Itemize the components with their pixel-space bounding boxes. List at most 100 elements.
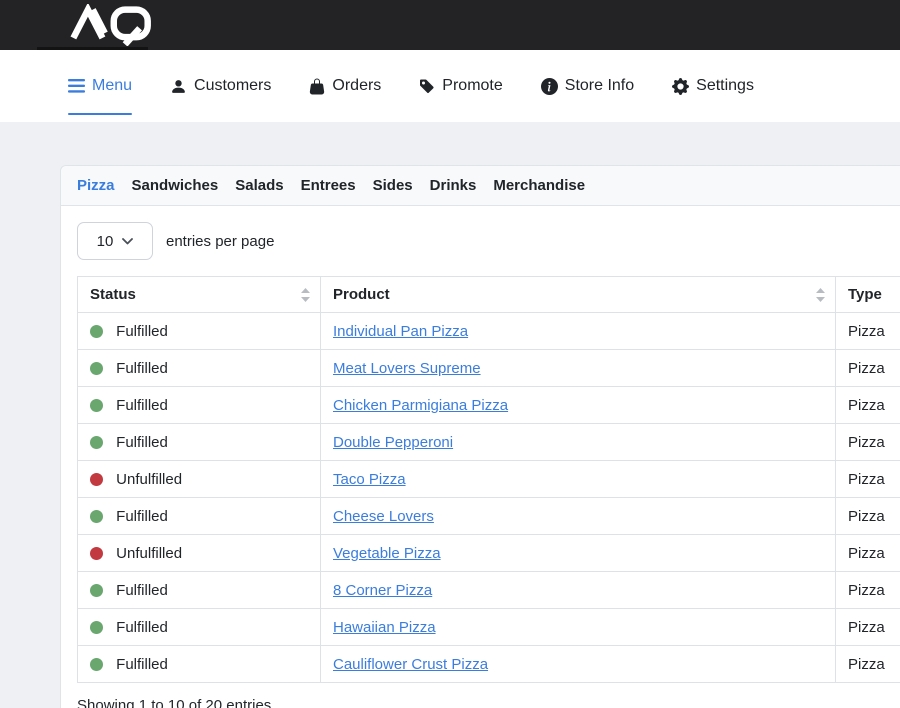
- column-header-type[interactable]: Type: [836, 277, 900, 313]
- status-cell: Fulfilled: [78, 387, 321, 424]
- table-header-row: Status Product Type: [78, 277, 900, 313]
- product-link[interactable]: Cauliflower Crust Pizza: [333, 656, 488, 673]
- column-header-product[interactable]: Product: [321, 277, 836, 313]
- status-dot-icon: [90, 510, 103, 523]
- status-label: Unfulfilled: [116, 471, 182, 488]
- nav-item-menu[interactable]: Menu: [68, 50, 132, 122]
- nav-label: Customers: [194, 77, 271, 95]
- product-link[interactable]: Vegetable Pizza: [333, 545, 441, 562]
- table-row: Fulfilled Cauliflower Crust Pizza Pizza: [78, 646, 900, 683]
- product-link[interactable]: Meat Lovers Supreme: [333, 360, 481, 377]
- type-cell: Pizza: [836, 646, 900, 683]
- bag-icon: [309, 78, 325, 95]
- status-cell: Unfulfilled: [78, 461, 321, 498]
- nav-item-settings[interactable]: Settings: [672, 50, 754, 122]
- product-link[interactable]: Chicken Parmigiana Pizza: [333, 397, 508, 414]
- product-cell: 8 Corner Pizza: [321, 572, 836, 609]
- table-row: Fulfilled Meat Lovers Supreme Pizza: [78, 350, 900, 387]
- status-label: Fulfilled: [116, 397, 168, 414]
- product-cell: Cauliflower Crust Pizza: [321, 646, 836, 683]
- product-cell: Individual Pan Pizza: [321, 313, 836, 350]
- table-row: Fulfilled Cheese Lovers Pizza: [78, 498, 900, 535]
- chevron-down-icon: [122, 238, 133, 245]
- status-label: Fulfilled: [116, 434, 168, 451]
- entries-per-page-select[interactable]: 10: [77, 222, 153, 260]
- product-link[interactable]: Double Pepperoni: [333, 434, 453, 451]
- entries-per-page-label: entries per page: [166, 233, 274, 250]
- product-cell: Vegetable Pizza: [321, 535, 836, 572]
- tab-drinks[interactable]: Drinks: [430, 177, 477, 194]
- product-link[interactable]: Cheese Lovers: [333, 508, 434, 525]
- gear-icon: [672, 78, 689, 95]
- table-row: Unfulfilled Vegetable Pizza Pizza: [78, 535, 900, 572]
- product-link[interactable]: Hawaiian Pizza: [333, 619, 436, 636]
- product-cell: Double Pepperoni: [321, 424, 836, 461]
- status-label: Unfulfilled: [116, 545, 182, 562]
- status-label: Fulfilled: [116, 619, 168, 636]
- product-cell: Taco Pizza: [321, 461, 836, 498]
- status-label: Fulfilled: [116, 360, 168, 377]
- product-cell: Chicken Parmigiana Pizza: [321, 387, 836, 424]
- nav-item-store-info[interactable]: Store Info: [541, 50, 634, 122]
- status-dot-icon: [90, 362, 103, 375]
- sort-icon: [816, 288, 825, 302]
- topbar: [0, 0, 900, 50]
- table-row: Fulfilled 8 Corner Pizza Pizza: [78, 572, 900, 609]
- tab-salads[interactable]: Salads: [235, 177, 283, 194]
- tab-pizza[interactable]: Pizza: [77, 177, 115, 194]
- product-link[interactable]: Individual Pan Pizza: [333, 323, 468, 340]
- status-cell: Fulfilled: [78, 646, 321, 683]
- status-dot-icon: [90, 436, 103, 449]
- status-label: Fulfilled: [116, 582, 168, 599]
- type-cell: Pizza: [836, 313, 900, 350]
- products-table: Status Product Type: [77, 276, 900, 683]
- table-row: Fulfilled Double Pepperoni Pizza: [78, 424, 900, 461]
- status-dot-icon: [90, 399, 103, 412]
- status-label: Fulfilled: [116, 323, 168, 340]
- product-link[interactable]: Taco Pizza: [333, 471, 406, 488]
- status-dot-icon: [90, 473, 103, 486]
- type-cell: Pizza: [836, 387, 900, 424]
- nav-item-customers[interactable]: Customers: [170, 50, 271, 122]
- status-dot-icon: [90, 621, 103, 634]
- table-row: Fulfilled Chicken Parmigiana Pizza Pizza: [78, 387, 900, 424]
- type-cell: Pizza: [836, 535, 900, 572]
- product-cell: Hawaiian Pizza: [321, 609, 836, 646]
- type-cell: Pizza: [836, 572, 900, 609]
- type-cell: Pizza: [836, 461, 900, 498]
- nav-item-orders[interactable]: Orders: [309, 50, 381, 122]
- type-cell: Pizza: [836, 350, 900, 387]
- table-row: Fulfilled Hawaiian Pizza Pizza: [78, 609, 900, 646]
- info-circle-icon: [541, 78, 558, 95]
- status-dot-icon: [90, 584, 103, 597]
- nav-label: Menu: [92, 77, 132, 95]
- sort-icon: [301, 288, 310, 302]
- card-body: 10 entries per page Status: [61, 206, 900, 708]
- tab-merchandise[interactable]: Merchandise: [493, 177, 585, 194]
- status-cell: Fulfilled: [78, 350, 321, 387]
- status-cell: Fulfilled: [78, 424, 321, 461]
- status-cell: Unfulfilled: [78, 535, 321, 572]
- tab-sandwiches[interactable]: Sandwiches: [132, 177, 219, 194]
- nav-label: Store Info: [565, 77, 634, 95]
- product-link[interactable]: 8 Corner Pizza: [333, 582, 432, 599]
- entries-per-page-row: 10 entries per page: [77, 222, 900, 260]
- entries-selected-value: 10: [97, 233, 114, 250]
- table-row: Fulfilled Individual Pan Pizza Pizza: [78, 313, 900, 350]
- type-cell: Pizza: [836, 424, 900, 461]
- status-cell: Fulfilled: [78, 498, 321, 535]
- status-dot-icon: [90, 658, 103, 671]
- nav-item-promote[interactable]: Promote: [419, 50, 502, 122]
- nav-label: Promote: [442, 77, 502, 95]
- category-tabs: Pizza Sandwiches Salads Entrees Sides Dr…: [61, 166, 900, 206]
- status-cell: Fulfilled: [78, 609, 321, 646]
- status-dot-icon: [90, 547, 103, 560]
- tab-entrees[interactable]: Entrees: [301, 177, 356, 194]
- type-cell: Pizza: [836, 498, 900, 535]
- person-icon: [170, 78, 187, 95]
- status-label: Fulfilled: [116, 508, 168, 525]
- column-header-status[interactable]: Status: [78, 277, 321, 313]
- nav-label: Orders: [332, 77, 381, 95]
- status-cell: Fulfilled: [78, 313, 321, 350]
- tab-sides[interactable]: Sides: [373, 177, 413, 194]
